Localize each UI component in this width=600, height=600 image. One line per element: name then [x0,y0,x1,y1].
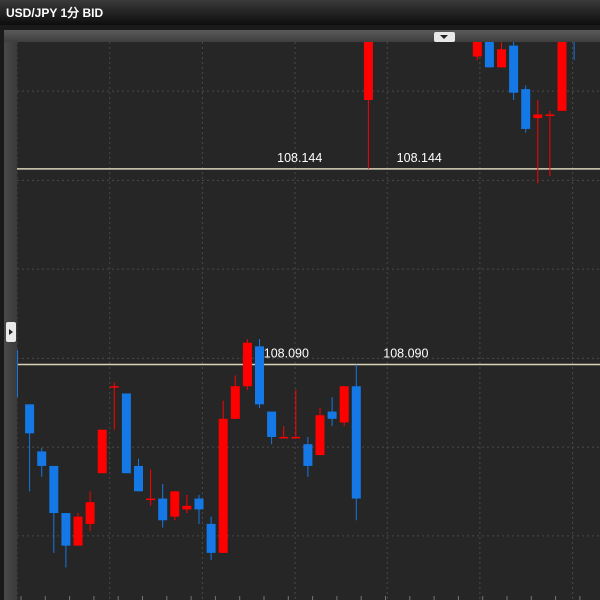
candlestick-chart[interactable]: 108.144 108.144 108.090 108.090 [17,42,600,600]
candle-body [557,42,567,111]
candle-body [279,436,289,439]
candle-body [206,523,216,553]
plot-area [17,42,600,600]
candle-body [218,418,228,553]
candle-body [267,411,277,437]
candle-body [25,404,35,434]
candle-body [170,491,180,517]
candle-body [85,502,95,524]
candle-body [121,393,131,474]
candle-body [327,411,337,419]
candle-body [49,465,59,514]
window-title: USD/JPY 1分 BID [6,6,104,20]
candle-body [242,342,252,387]
candle-body [37,451,47,466]
candle-body [472,42,482,57]
candle-body [146,498,156,501]
candle-body [303,444,313,466]
price-line-label: 108.144 [397,151,442,165]
candle-body [158,498,168,521]
price-line-label: 108.090 [383,346,428,360]
candle-body [194,498,204,510]
candle-body [339,386,349,423]
candle-body [109,386,119,388]
candle-body [351,386,361,499]
caret-down-icon[interactable] [434,32,455,42]
candle-body [182,505,192,510]
candle-body [73,516,83,546]
candle-body [497,49,506,68]
candle-body [545,114,555,116]
candle-body [521,89,531,129]
candle-body [230,386,240,419]
candle-body [315,415,325,456]
chart-toolbar [4,30,600,42]
candle-body [291,436,301,439]
price-line-label: 108.090 [264,346,309,360]
candle-body [97,429,107,474]
candle-body [533,114,543,119]
candle-body [484,42,494,68]
left-panel-strip [4,42,17,600]
candle-body [255,346,264,405]
title-bar: USD/JPY 1分 BID [0,0,600,25]
candle-body [363,42,373,100]
caret-right-icon[interactable] [6,322,16,342]
price-line-label: 108.144 [277,151,322,165]
candle-body [509,45,519,93]
candle-body [134,465,143,492]
candle-body [61,513,71,546]
